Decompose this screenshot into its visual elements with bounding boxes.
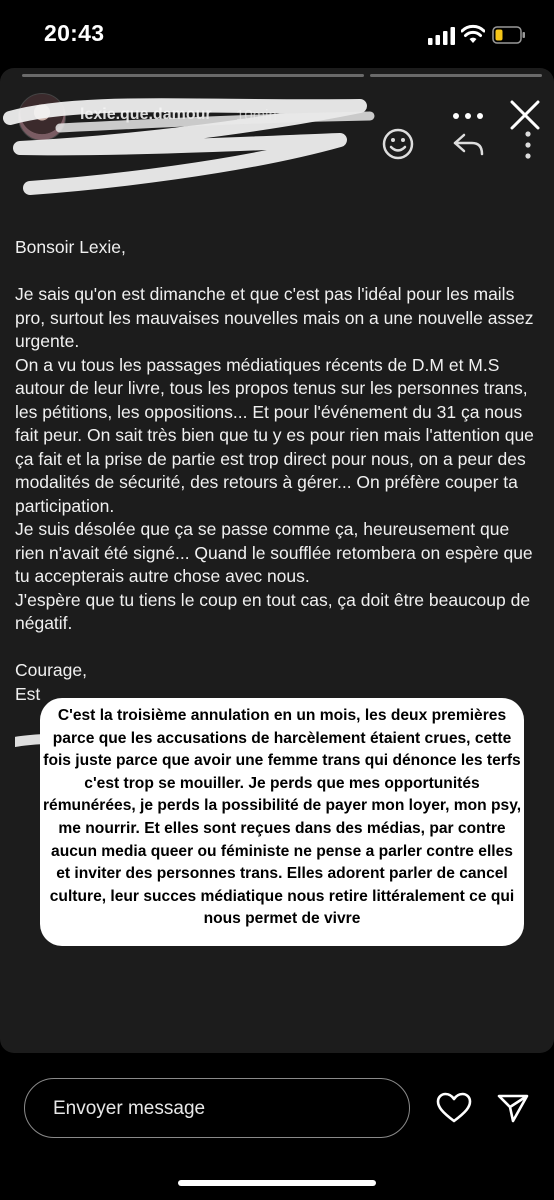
email-paragraph: Je suis désolée que ça se passe comme ça…	[15, 519, 533, 586]
caption-text: C'est la troisième annulation en un mois…	[42, 707, 522, 928]
heart-icon[interactable]	[436, 1092, 472, 1124]
battery-icon	[492, 26, 525, 44]
cellular-signal-icon	[428, 27, 455, 45]
message-placeholder[interactable]: Envoyer message	[53, 1098, 205, 1120]
email-paragraph: J'espère que tu tiens le coup en tout ca…	[15, 589, 531, 634]
close-icon[interactable]	[508, 98, 542, 132]
email-closing: Courage,	[15, 660, 87, 680]
redaction-scribble	[3, 98, 375, 195]
more-vertical-icon[interactable]	[521, 130, 535, 160]
send-icon[interactable]	[496, 1092, 530, 1124]
story-progress-bar	[370, 74, 542, 77]
status-bar: 20:43	[0, 0, 554, 70]
email-body: Bonsoir Lexie, Je sais qu'on est dimanch…	[15, 236, 541, 706]
email-greeting: Bonsoir Lexie,	[15, 237, 126, 257]
home-indicator[interactable]	[178, 1180, 376, 1186]
email-paragraph: Je sais qu'on est dimanche et que c'est …	[15, 284, 534, 351]
reply-icon[interactable]	[452, 132, 486, 158]
email-paragraph: On a vu tous les passages médiatiques ré…	[15, 354, 534, 516]
story-progress-bar	[22, 74, 364, 77]
wifi-icon	[461, 24, 485, 43]
more-horizontal-icon[interactable]	[452, 112, 484, 120]
status-time: 20:43	[44, 20, 105, 46]
smile-icon[interactable]	[381, 127, 415, 161]
